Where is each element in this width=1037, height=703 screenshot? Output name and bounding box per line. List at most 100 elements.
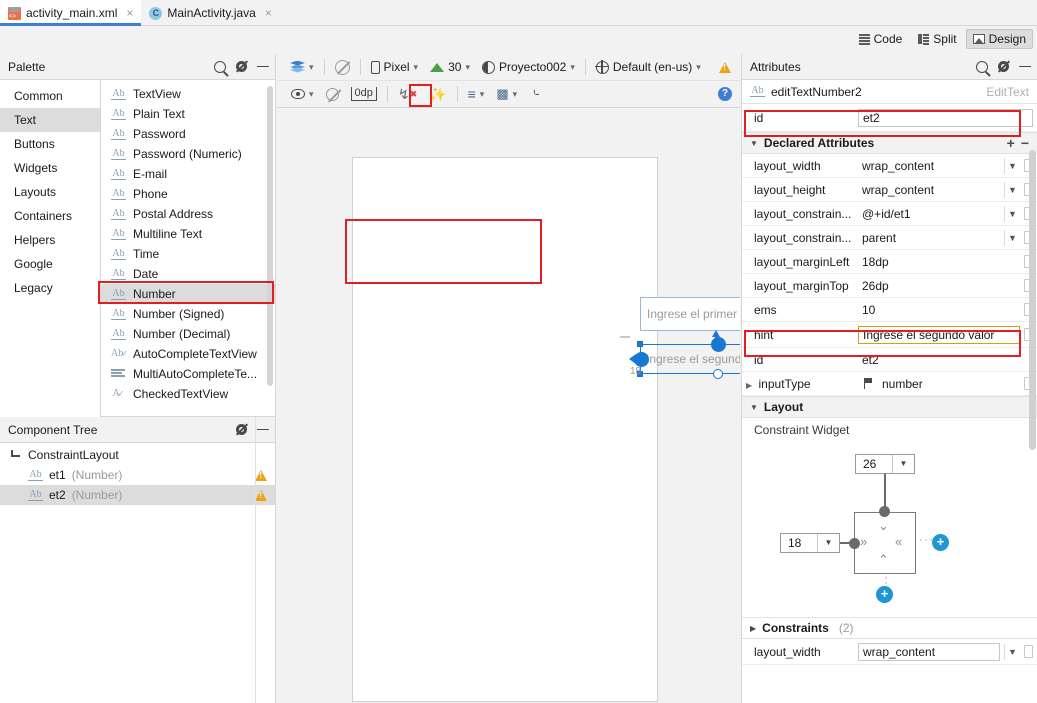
constraint-anchor-left[interactable] xyxy=(634,352,649,367)
clear-constraints-button[interactable]: ↯ ✖ xyxy=(392,84,423,105)
minimize-icon[interactable] xyxy=(1019,65,1031,68)
blueprint-toggle-button[interactable] xyxy=(329,58,356,77)
palette-item-number[interactable]: Ab Number xyxy=(101,284,275,304)
close-icon[interactable]: × xyxy=(126,6,133,20)
attribute-value[interactable]: wrap_content xyxy=(858,183,1000,197)
attribute-value[interactable]: et2 xyxy=(858,353,1033,367)
palette-item-date[interactable]: Ab Date xyxy=(101,264,275,284)
minimize-icon[interactable] xyxy=(257,428,269,431)
locale-selector[interactable]: Default (en-us) ▾ xyxy=(590,58,707,76)
api-level-selector[interactable]: 30 ▾ xyxy=(424,58,476,76)
palette-item-password-numeric[interactable]: Ab Password (Numeric) xyxy=(101,144,275,164)
device-selector[interactable]: Pixel ▾ xyxy=(365,58,425,76)
view-options-button[interactable]: ▾ xyxy=(285,87,320,102)
attribute-row-layout-height[interactable]: layout_height wrap_content ▼ xyxy=(742,178,1037,202)
gear-icon[interactable] xyxy=(997,60,1010,73)
palette-item-password[interactable]: Ab Password xyxy=(101,124,275,144)
palette-item-time[interactable]: Ab Time xyxy=(101,244,275,264)
default-margin-button[interactable]: 0dp xyxy=(345,85,383,103)
constraint-anchor-top[interactable] xyxy=(711,337,726,352)
add-right-constraint-button[interactable]: + xyxy=(932,534,949,551)
attribute-value[interactable]: wrap_content xyxy=(858,159,1000,173)
align-button[interactable]: ▩ ▾ xyxy=(490,84,523,104)
tree-item-constraintlayout[interactable]: ConstraintLayout xyxy=(0,445,275,465)
chevron-down-icon[interactable]: ▼ xyxy=(1004,205,1020,222)
attribute-row-inputtype[interactable]: ▶ inputType number xyxy=(742,372,1037,396)
palette-item-email[interactable]: Ab E-mail xyxy=(101,164,275,184)
remove-attribute-button[interactable]: − xyxy=(1021,136,1029,150)
expand-horizontal-left-icon[interactable]: « xyxy=(895,534,902,549)
resize-handle-top-left[interactable] xyxy=(637,341,643,347)
attribute-row-layout-width-footer[interactable]: layout_width wrap_content ▼ xyxy=(742,639,1037,665)
attribute-row-layout-margintop[interactable]: layout_marginTop 26dp xyxy=(742,274,1037,298)
margin-top-spinner[interactable]: 26 ▼ xyxy=(855,454,915,474)
palette-scrollbar[interactable] xyxy=(267,86,273,386)
constraint-dot-left[interactable] xyxy=(849,538,860,549)
tree-item-et2[interactable]: Ab et2 (Number) xyxy=(0,485,275,505)
tab-activity-main-xml[interactable]: activity_main.xml × xyxy=(0,0,142,26)
expand-horizontal-right-icon[interactable]: » xyxy=(860,534,867,549)
add-attribute-button[interactable]: + xyxy=(1007,136,1015,150)
attribute-row-ems[interactable]: ems 10 xyxy=(742,298,1037,322)
infer-constraints-button[interactable]: ✨ xyxy=(423,85,452,103)
view-mode-split[interactable]: Split xyxy=(911,29,963,49)
chevron-down-icon[interactable]: ▼ xyxy=(1004,229,1020,246)
chevron-down-icon[interactable]: ▼ xyxy=(1004,181,1020,198)
palette-category-containers[interactable]: Containers xyxy=(0,204,100,228)
pin-icon[interactable] xyxy=(1024,645,1033,658)
view-mode-code[interactable]: Code xyxy=(852,29,910,49)
design-canvas[interactable]: 🔧 Ingrese el primer valor Ingrese el seg… xyxy=(277,108,740,703)
constraint-anchor-bottom[interactable] xyxy=(713,369,723,379)
palette-item-postal-address[interactable]: Ab Postal Address xyxy=(101,204,275,224)
chevron-right-icon[interactable]: ▶ xyxy=(746,381,752,390)
attribute-row-layout-marginleft[interactable]: layout_marginLeft 18dp xyxy=(742,250,1037,274)
palette-item-number-decimal[interactable]: Ab Number (Decimal) xyxy=(101,324,275,344)
constraint-dot-top[interactable] xyxy=(879,506,890,517)
palette-category-buttons[interactable]: Buttons xyxy=(0,132,100,156)
palette-category-google[interactable]: Google xyxy=(0,252,100,276)
attribute-value[interactable]: parent xyxy=(858,231,1000,245)
declared-attributes-section[interactable]: ▼ Declared Attributes + − xyxy=(742,132,1037,154)
minimize-icon[interactable] xyxy=(257,65,269,68)
hint-input[interactable]: Ingrese el segundo valor xyxy=(858,325,1020,344)
margin-top-value[interactable]: 26 xyxy=(856,457,892,471)
help-icon[interactable]: ? xyxy=(718,87,732,101)
attribute-value[interactable]: 10 xyxy=(858,303,1020,317)
chevron-up-icon[interactable]: ⌃ xyxy=(878,552,889,568)
palette-category-common[interactable]: Common xyxy=(0,84,100,108)
chevron-down-icon[interactable]: ▼ xyxy=(1004,157,1020,174)
attribute-row-id[interactable]: id et2 xyxy=(742,104,1037,132)
chevron-down-icon[interactable]: ▼ xyxy=(892,455,914,473)
palette-category-layouts[interactable]: Layouts xyxy=(0,180,100,204)
warning-icon[interactable] xyxy=(255,469,267,481)
margin-guidelines-button[interactable]: ⌎ xyxy=(523,84,546,104)
chevron-double-down-icon[interactable]: ⌄ xyxy=(878,518,889,534)
chevron-down-icon[interactable]: ▼ xyxy=(817,534,839,552)
edittext-et2-selection-group[interactable]: Ingrese el segundo valor 26 18 xyxy=(620,330,740,382)
palette-item-plain-text[interactable]: Ab Plain Text xyxy=(101,104,275,124)
palette-item-number-signed[interactable]: Ab Number (Signed) xyxy=(101,304,275,324)
warning-icon[interactable] xyxy=(255,489,267,501)
attribute-row-layout-width[interactable]: layout_width wrap_content ▼ xyxy=(742,154,1037,178)
palette-item-autocompletetextview[interactable]: Ab AutoCompleteTextView xyxy=(101,344,275,364)
edittext-et1[interactable]: Ingrese el primer valor xyxy=(640,297,740,331)
toggle-autoconnect-button[interactable] xyxy=(320,86,345,103)
theme-selector[interactable]: Proyecto002 ▾ xyxy=(476,58,581,76)
design-surface-mode-button[interactable]: ▾ xyxy=(284,59,320,76)
attribute-row-layout-constraint-top[interactable]: layout_constrain... @+id/et1 ▼ xyxy=(742,202,1037,226)
palette-item-phone[interactable]: Ab Phone xyxy=(101,184,275,204)
id-input[interactable]: et2 xyxy=(858,108,1033,127)
attribute-row-layout-constraint-left[interactable]: layout_constrain... parent ▼ xyxy=(742,226,1037,250)
attribute-row-hint[interactable]: hint Ingrese el segundo valor xyxy=(742,322,1037,348)
palette-category-widgets[interactable]: Widgets xyxy=(0,156,100,180)
palette-item-multiautocompletetextview[interactable]: MultiAutoCompleteTe... xyxy=(101,364,275,384)
attribute-value[interactable]: @+id/et1 xyxy=(858,207,1000,221)
tree-item-et1[interactable]: Ab et1 (Number) xyxy=(0,465,275,485)
constraints-section[interactable]: ▶ Constraints (2) xyxy=(742,617,1037,639)
attribute-row-id-declared[interactable]: id et2 xyxy=(742,348,1037,372)
guidelines-button[interactable]: ≡ ▾ xyxy=(462,84,491,104)
search-icon[interactable] xyxy=(214,60,226,73)
palette-category-helpers[interactable]: Helpers xyxy=(0,228,100,252)
constraint-widget[interactable]: 26 ▼ 18 ▼ » « ⌄ ⌃ ··· + ·· + xyxy=(742,442,1037,617)
palette-item-checkedtextview[interactable]: A CheckedTextView xyxy=(101,384,275,404)
